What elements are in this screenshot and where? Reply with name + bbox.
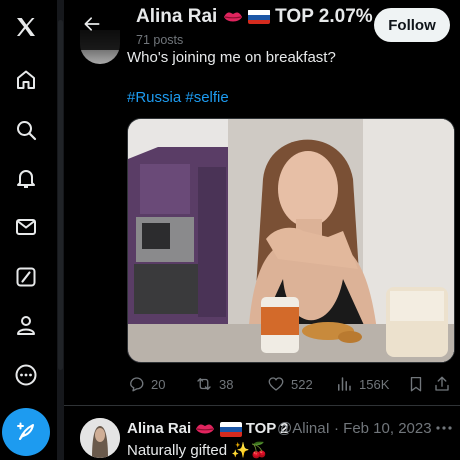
reply-button[interactable]: 20 (127, 372, 165, 396)
left-nav (0, 0, 52, 460)
tweet-divider (64, 405, 460, 406)
search-icon[interactable] (11, 115, 41, 145)
reply-icon (130, 377, 144, 392)
grok-icon[interactable] (11, 262, 41, 292)
bookmark-button[interactable] (407, 372, 431, 396)
profile-header: Alina Rai TOP 2.07% 71 posts Follow (64, 0, 460, 50)
more-dots-icon (436, 426, 452, 430)
back-arrow-icon (84, 17, 100, 31)
profile-name: Alina Rai (136, 6, 218, 27)
home-icon[interactable] (11, 65, 41, 95)
post-count: 71 posts (136, 33, 184, 47)
like-button[interactable]: 522 (267, 372, 313, 396)
reply-more-button[interactable] (434, 418, 454, 438)
reply-text: Naturally gifted ✨🍒 (127, 442, 269, 459)
messages-icon[interactable] (11, 212, 41, 242)
nav-scrollbar-thumb[interactable] (58, 20, 63, 370)
selfie-photo (128, 119, 454, 362)
share-icon (435, 376, 449, 391)
repost-icon (197, 378, 211, 390)
reply-count: 20 (151, 376, 166, 392)
view-count: 156K (359, 376, 390, 392)
views-button[interactable]: 156K (335, 372, 389, 396)
share-button[interactable] (433, 372, 457, 396)
compose-post-button[interactable] (2, 408, 50, 456)
like-count: 522 (291, 376, 313, 392)
back-button[interactable] (76, 8, 108, 40)
reply-author-handle[interactable]: @AlinaI (277, 420, 341, 437)
notifications-icon[interactable] (11, 163, 41, 193)
reply-author-name[interactable]: Alina Rai TOP 2 (127, 420, 289, 437)
heart-icon (268, 377, 284, 391)
profile-badge: TOP 2.07% (275, 6, 373, 27)
reply-author-avatar[interactable] (80, 418, 120, 458)
more-icon[interactable] (11, 360, 41, 390)
reply-name-text: Alina Rai (127, 420, 192, 437)
tweet-text: Who's joining me on breakfast? (127, 49, 336, 66)
tweet-photo[interactable] (127, 118, 455, 363)
russia-flag-icon (247, 9, 270, 25)
main-column: Alina Rai TOP 2.07% 71 posts Follow Who'… (64, 0, 460, 460)
profile-icon[interactable] (11, 310, 41, 340)
reply-date[interactable]: · Feb 10, 2023 (334, 420, 432, 437)
repost-count: 38 (219, 376, 234, 392)
x-logo-icon[interactable] (11, 12, 41, 42)
tweet-actions: 20 38 522 156K (127, 372, 453, 396)
tweet-hashtags[interactable]: #Russia #selfie (127, 89, 229, 106)
lips-emoji-icon (223, 12, 242, 22)
compose-post-icon (17, 422, 34, 440)
russia-flag-icon (219, 421, 242, 437)
repost-button[interactable]: 38 (195, 372, 233, 396)
lips-emoji-icon (196, 424, 215, 434)
follow-button[interactable]: Follow (374, 8, 450, 42)
page-title: Alina Rai TOP 2.07% (136, 6, 381, 28)
bookmark-icon (410, 376, 422, 392)
analytics-icon (338, 377, 351, 391)
